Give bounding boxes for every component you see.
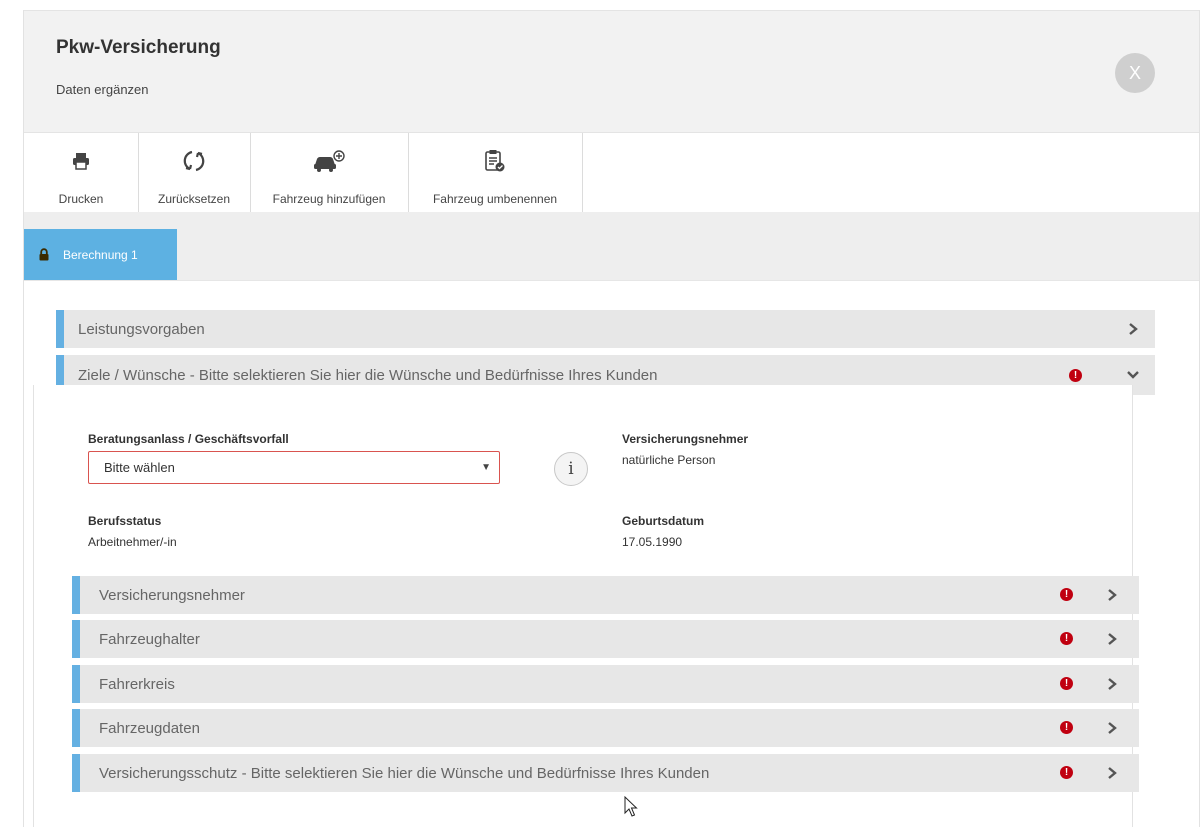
clipboard-check-icon bbox=[484, 148, 506, 174]
tab-bar: Berechnung 1 bbox=[24, 212, 1199, 280]
section-leistungsvorgaben[interactable]: Leistungsvorgaben bbox=[56, 310, 1155, 348]
warning-icon: ! bbox=[1060, 677, 1073, 690]
berufsstatus-label: Berufsstatus bbox=[88, 514, 162, 528]
tab-berechnung-1[interactable]: Berechnung 1 bbox=[24, 229, 177, 280]
reset-label: Zurücksetzen bbox=[157, 192, 231, 206]
info-button[interactable]: i bbox=[554, 452, 588, 486]
add-vehicle-label: Fahrzeug hinzufügen bbox=[272, 192, 386, 206]
warning-icon: ! bbox=[1060, 766, 1073, 779]
subsection-label: Fahrerkreis bbox=[99, 675, 175, 693]
print-button[interactable]: Drucken bbox=[24, 133, 139, 213]
subsection-fahrzeughalter[interactable]: Fahrzeughalter ! bbox=[72, 620, 1139, 658]
toolbar: Drucken Zurücksetzen Fahrzeug hinzufügen… bbox=[24, 132, 1199, 213]
chevron-right-icon bbox=[1105, 588, 1119, 602]
beratungsanlass-label: Beratungsanlass / Geschäftsvorfall bbox=[88, 432, 289, 446]
berufsstatus-value: Arbeitnehmer/-in bbox=[88, 535, 177, 549]
versicherungsnehmer-value: natürliche Person bbox=[622, 453, 716, 467]
lock-icon bbox=[39, 248, 49, 261]
refresh-icon bbox=[179, 148, 209, 174]
rename-vehicle-button[interactable]: Fahrzeug umbenennen bbox=[408, 133, 583, 213]
subsection-label: Versicherungsschutz - Bitte selektieren … bbox=[99, 764, 710, 782]
chevron-right-icon bbox=[1105, 632, 1119, 646]
mouse-cursor-icon bbox=[624, 795, 638, 823]
subsection-fahrzeugdaten[interactable]: Fahrzeugdaten ! bbox=[72, 709, 1139, 747]
subsection-label: Versicherungsnehmer bbox=[99, 586, 245, 604]
printer-icon bbox=[72, 148, 90, 174]
subsection-label: Fahrzeughalter bbox=[99, 630, 200, 648]
warning-icon: ! bbox=[1069, 369, 1082, 382]
select-value: Bitte wählen bbox=[104, 460, 175, 475]
page-subtitle: Daten ergänzen bbox=[56, 82, 149, 97]
reset-button[interactable]: Zurücksetzen bbox=[138, 133, 251, 213]
chevron-right-icon bbox=[1105, 721, 1119, 735]
car-add-icon bbox=[312, 148, 346, 174]
geburtsdatum-label: Geburtsdatum bbox=[622, 514, 705, 528]
warning-icon: ! bbox=[1060, 721, 1073, 734]
section-label: Leistungsvorgaben bbox=[78, 320, 205, 338]
subsection-fahrerkreis[interactable]: Fahrerkreis ! bbox=[72, 665, 1139, 703]
versicherungsnehmer-label: Versicherungsnehmer bbox=[622, 432, 749, 446]
warning-icon: ! bbox=[1060, 588, 1073, 601]
chevron-right-icon bbox=[1105, 677, 1119, 691]
page-title: Pkw-Versicherung bbox=[56, 37, 221, 58]
warning-icon: ! bbox=[1060, 632, 1073, 645]
chevron-down-icon bbox=[1126, 368, 1140, 382]
close-button[interactable]: X bbox=[1115, 53, 1155, 93]
caret-down-icon: ▼ bbox=[481, 462, 491, 473]
dialog-header: Pkw-Versicherung Daten ergänzen X bbox=[24, 10, 1199, 132]
geburtsdatum-value: 17.05.1990 bbox=[622, 535, 683, 549]
chevron-right-icon bbox=[1105, 766, 1119, 780]
subsection-versicherungsnehmer[interactable]: Versicherungsnehmer ! bbox=[72, 576, 1139, 614]
print-label: Drucken bbox=[58, 192, 104, 206]
rename-vehicle-label: Fahrzeug umbenennen bbox=[432, 192, 558, 206]
beratungsanlass-select[interactable]: Bitte wählen ▼ bbox=[88, 451, 500, 484]
add-vehicle-button[interactable]: Fahrzeug hinzufügen bbox=[250, 133, 409, 213]
chevron-right-icon bbox=[1126, 322, 1140, 336]
subsection-label: Fahrzeugdaten bbox=[99, 719, 200, 737]
section-label: Ziele / Wünsche - Bitte selektieren Sie … bbox=[78, 366, 658, 384]
tab-label: Berechnung 1 bbox=[63, 247, 138, 262]
subsection-versicherungsschutz[interactable]: Versicherungsschutz - Bitte selektieren … bbox=[72, 754, 1139, 792]
